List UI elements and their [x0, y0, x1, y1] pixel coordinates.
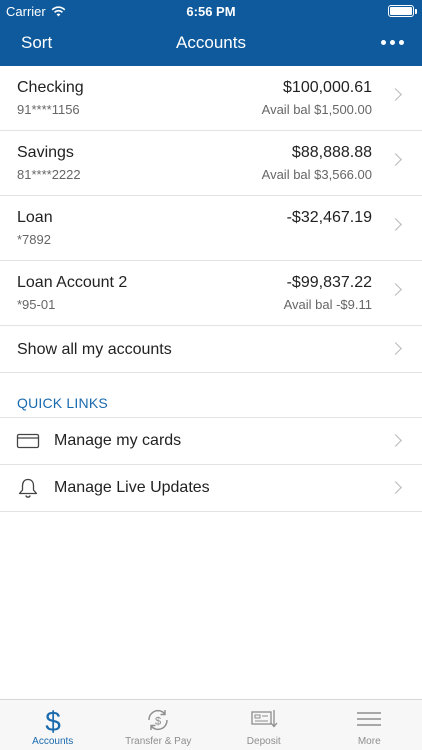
account-row-loan-account-2[interactable]: Loan Account 2 *95-01 -$99,837.22 Avail …: [0, 261, 422, 326]
account-balance: -$99,837.22: [286, 274, 372, 291]
tab-deposit[interactable]: Deposit: [211, 700, 317, 750]
account-list: Checking 91****1156 $100,000.61 Avail ba…: [0, 66, 422, 512]
show-all-accounts-row[interactable]: Show all my accounts: [0, 326, 422, 373]
account-row-loan[interactable]: Loan *7892 -$32,467.19: [0, 196, 422, 261]
account-available-balance: Avail bal $1,500.00: [261, 102, 372, 117]
quick-link-manage-live-updates[interactable]: Manage Live Updates: [0, 465, 422, 512]
tab-label: Deposit: [246, 736, 281, 747]
nav-bar: Sort Accounts: [0, 22, 422, 66]
chevron-right-icon: [389, 481, 402, 494]
account-number: 81****2222: [17, 167, 81, 182]
chevron-right-icon: [389, 283, 402, 296]
tab-transfer-pay[interactable]: $ Transfer & Pay: [106, 700, 212, 750]
svg-text:$: $: [45, 706, 61, 736]
account-balance: $88,888.88: [291, 144, 372, 161]
ellipsis-icon[interactable]: [381, 40, 404, 45]
quick-link-label: Manage my cards: [54, 432, 182, 449]
account-name: Savings: [17, 144, 74, 161]
chevron-right-icon: [389, 153, 402, 166]
account-available-balance: Avail bal -$9.11: [283, 297, 372, 312]
quick-link-manage-cards[interactable]: Manage my cards: [0, 418, 422, 465]
page-title: Accounts: [176, 33, 246, 52]
tab-label: Accounts: [32, 736, 74, 747]
tab-label: More: [357, 736, 381, 747]
svg-text:$: $: [155, 716, 161, 728]
status-time: 6:56 PM: [186, 4, 236, 19]
tab-more[interactable]: More: [317, 700, 422, 750]
battery-icon: [388, 5, 417, 17]
account-row-savings[interactable]: Savings 81****2222 $88,888.88 Avail bal …: [0, 131, 422, 196]
account-name: Loan Account 2: [17, 274, 128, 291]
bell-icon: [18, 478, 38, 498]
show-all-accounts-label: Show all my accounts: [17, 341, 172, 358]
chevron-right-icon: [389, 342, 402, 355]
app-header: Carrier 6:56 PM Sort Accounts: [0, 0, 422, 66]
chevron-right-icon: [389, 218, 402, 231]
deposit-check-icon: [251, 710, 278, 728]
status-bar: Carrier 6:56 PM: [0, 0, 422, 22]
dollar-icon: $: [45, 706, 61, 736]
tab-label: Transfer & Pay: [125, 736, 192, 747]
account-name: Checking: [17, 79, 84, 96]
quick-link-label: Manage Live Updates: [54, 479, 210, 496]
quick-links-header: QUICK LINKS: [0, 373, 422, 418]
account-number: 91****1156: [17, 102, 80, 117]
account-name: Loan: [17, 209, 53, 226]
account-available-balance: Avail bal $3,566.00: [261, 167, 372, 182]
account-number: *7892: [17, 232, 51, 247]
transfer-icon: $: [148, 710, 168, 730]
account-row-checking[interactable]: Checking 91****1156 $100,000.61 Avail ba…: [0, 66, 422, 131]
account-number: *95-01: [17, 297, 56, 312]
account-balance: -$32,467.19: [286, 209, 372, 226]
account-balance: $100,000.61: [283, 79, 372, 96]
quick-links-title: QUICK LINKS: [17, 395, 108, 411]
chevron-right-icon: [389, 434, 402, 447]
tab-accounts[interactable]: $ Accounts: [0, 700, 106, 750]
menu-icon: [357, 712, 382, 726]
tab-bar: $ Accounts $ Transfer & Pay Deposit More: [0, 699, 422, 750]
card-icon: [16, 433, 40, 449]
chevron-right-icon: [389, 88, 402, 101]
